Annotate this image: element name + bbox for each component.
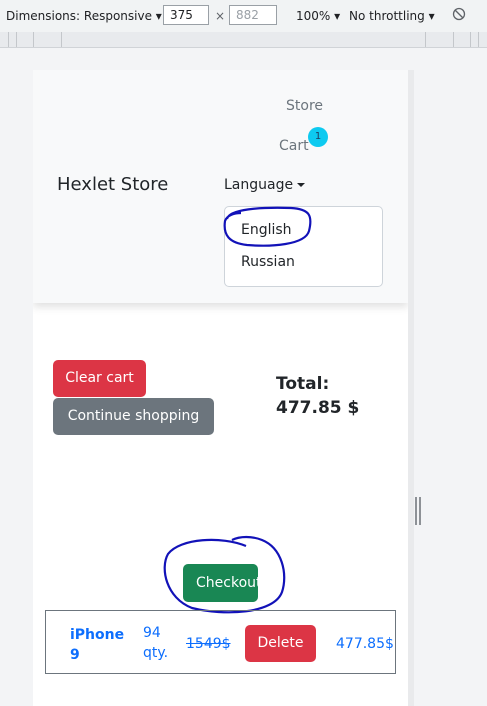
language-label: Language bbox=[224, 177, 294, 193]
language-option-russian[interactable]: Russian bbox=[241, 254, 295, 270]
language-option-english[interactable]: English bbox=[241, 222, 292, 238]
chevron-down-icon: ▾ bbox=[155, 9, 162, 23]
dimensions-select[interactable]: Dimensions: Responsive ▾ bbox=[6, 9, 162, 23]
language-dropdown-toggle[interactable]: Language bbox=[224, 177, 306, 193]
clear-cart-button[interactable]: Clear cart bbox=[53, 360, 146, 397]
width-input[interactable]: 375 bbox=[163, 5, 209, 25]
nav-link-cart[interactable]: Cart bbox=[279, 138, 309, 154]
height-input[interactable]: 882 bbox=[229, 5, 277, 25]
zoom-label: 100% bbox=[296, 9, 331, 23]
devtools-toolbar: Dimensions: Responsive ▾ 375 × 882 100% … bbox=[0, 0, 487, 33]
total-label: Total: bbox=[276, 374, 330, 394]
chevron-down-icon: ▾ bbox=[428, 9, 435, 23]
item-quantity: 94 qty. bbox=[143, 625, 169, 661]
zoom-select[interactable]: 100% ▾ bbox=[296, 9, 340, 23]
item-price: 477.85$ bbox=[336, 636, 394, 652]
chevron-down-icon: ▾ bbox=[334, 9, 341, 23]
resize-handle[interactable] bbox=[415, 497, 421, 525]
times-sign: × bbox=[215, 9, 226, 23]
throttling-select[interactable]: No throttling ▾ bbox=[349, 9, 435, 23]
item-name[interactable]: iPhone 9 bbox=[70, 625, 128, 665]
delete-item-button[interactable]: Delete bbox=[245, 625, 316, 662]
throttling-label: No throttling bbox=[349, 9, 425, 23]
dimensions-label: Dimensions: Responsive bbox=[6, 9, 152, 23]
nav-link-store[interactable]: Store bbox=[286, 98, 323, 114]
caret-down-icon bbox=[297, 183, 306, 187]
continue-shopping-button[interactable]: Continue shopping bbox=[53, 398, 214, 435]
total-value: 477.85 $ bbox=[276, 398, 360, 418]
sensor-toggle-button[interactable] bbox=[452, 7, 466, 24]
cart-total: Total: 477.85 $ bbox=[276, 372, 359, 420]
device-viewport: Hexlet Store Store Cart 1 Language Engli… bbox=[33, 70, 408, 706]
brand[interactable]: Hexlet Store bbox=[57, 174, 168, 195]
navbar: Hexlet Store Store Cart 1 Language Engli… bbox=[33, 70, 408, 303]
viewport-edge bbox=[408, 70, 414, 706]
language-dropdown-menu: English Russian bbox=[224, 206, 383, 287]
cart-count-badge: 1 bbox=[308, 127, 328, 147]
rotate-disabled-icon bbox=[452, 7, 466, 21]
media-query-ruler[interactable] bbox=[0, 32, 487, 48]
item-old-price: 1549$ bbox=[186, 636, 231, 652]
cart-item-row: iPhone 9 94 qty. 1549$ Delete 477.85$ bbox=[45, 610, 396, 674]
annotation-circle-checkout bbox=[163, 535, 286, 614]
